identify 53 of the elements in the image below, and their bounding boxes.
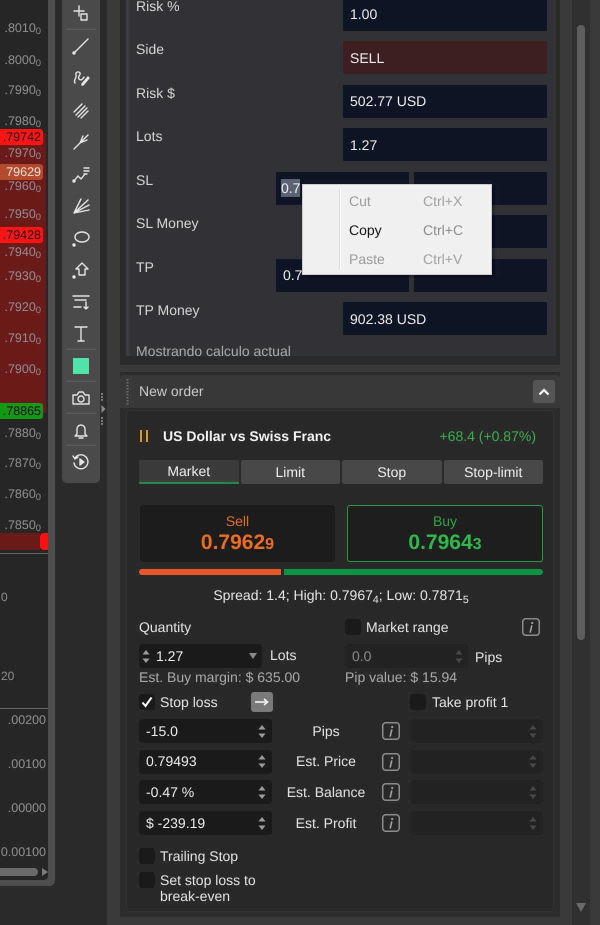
price-change: +68.4 (+0.87%) <box>439 426 536 446</box>
indicator-axis-label: .00000 <box>8 801 46 815</box>
price-axis-label: .7970$_{0}$ <box>4 146 41 160</box>
field-label: SL <box>136 172 154 188</box>
price-label: .79428 <box>0 227 43 243</box>
field-label: Est. Price <box>295 752 357 772</box>
field-label: Est. Balance <box>286 782 366 802</box>
price-axis-label: .7900$_{0}$ <box>4 362 41 376</box>
pip-value-info: Pip value: $ 15.94 <box>345 669 458 685</box>
price-axis-label: .7880$_{0}$ <box>4 426 41 440</box>
price-axis-label: .7980$_{0}$ <box>4 114 41 128</box>
price-axis-label: .7940$_{0}$ <box>4 245 41 259</box>
price-axis-label: .7850$_{0}$ <box>4 518 41 532</box>
status-note: Mostrando calculo actual <box>136 343 292 359</box>
indicator-axis-label: 0.00100 <box>0 845 46 859</box>
unit-label: Pips <box>475 648 502 667</box>
margin-info: Est. Buy margin: $ 635.00 <box>139 669 302 685</box>
field-label: TP <box>136 258 155 274</box>
field-label: Est. Profit <box>294 814 358 833</box>
checkbox-label: Take profit 1 <box>432 692 508 712</box>
price-axis-label: .7860$_{0}$ <box>4 487 41 501</box>
checkbox-label: Market range <box>366 618 448 637</box>
price-axis-label: .7920$_{0}$ <box>4 300 41 314</box>
field-label: Risk $ <box>136 84 176 100</box>
price-label: .79742 <box>0 129 43 145</box>
price-axis-label: .7950$_{0}$ <box>4 207 41 221</box>
price-axis-label: .7930$_{0}$ <box>4 269 41 283</box>
spread-info: Spread: 1.4; High: 0.7967$_{4}$; Low: 0.7871$_{5}$ <box>212 587 470 603</box>
field-label: Risk % <box>136 0 181 14</box>
price-axis-label: .8000$_{0}$ <box>4 53 41 67</box>
checkbox-label: Trailing Stop <box>160 846 238 866</box>
price-axis-label: .7870$_{0}$ <box>4 456 41 470</box>
field-label: SL Money <box>136 215 200 231</box>
field-label: TP Money <box>136 302 201 318</box>
indicator-axis-label: .00100 <box>8 757 46 771</box>
price-axis-label: .7990$_{0}$ <box>4 83 41 97</box>
field-label: Pips <box>311 722 341 741</box>
indicator-axis-label: .00200 <box>8 713 46 727</box>
oscillator-axis-label: 0 <box>1 590 8 604</box>
price-axis-label: .7910$_{0}$ <box>4 331 41 345</box>
section-title: New order <box>139 382 204 401</box>
price-label: 79629 <box>0 164 43 180</box>
checkbox-label: Set stop loss to break-even <box>160 872 257 904</box>
price-axis-label: .8010$_{0}$ <box>4 21 41 35</box>
price-label: .78865 <box>0 403 43 419</box>
oscillator-axis-label: 20 <box>1 669 14 683</box>
unit-label: Lots <box>270 646 296 665</box>
field-label: Side <box>136 41 166 57</box>
price-axis-label: .7960$_{0}$ <box>4 179 41 193</box>
checkbox-label: Stop loss <box>160 692 218 712</box>
instrument-name: US Dollar vs Swiss Franc <box>163 426 332 446</box>
field-label: Lots <box>136 128 164 144</box>
quantity-label: Quantity <box>139 619 192 635</box>
